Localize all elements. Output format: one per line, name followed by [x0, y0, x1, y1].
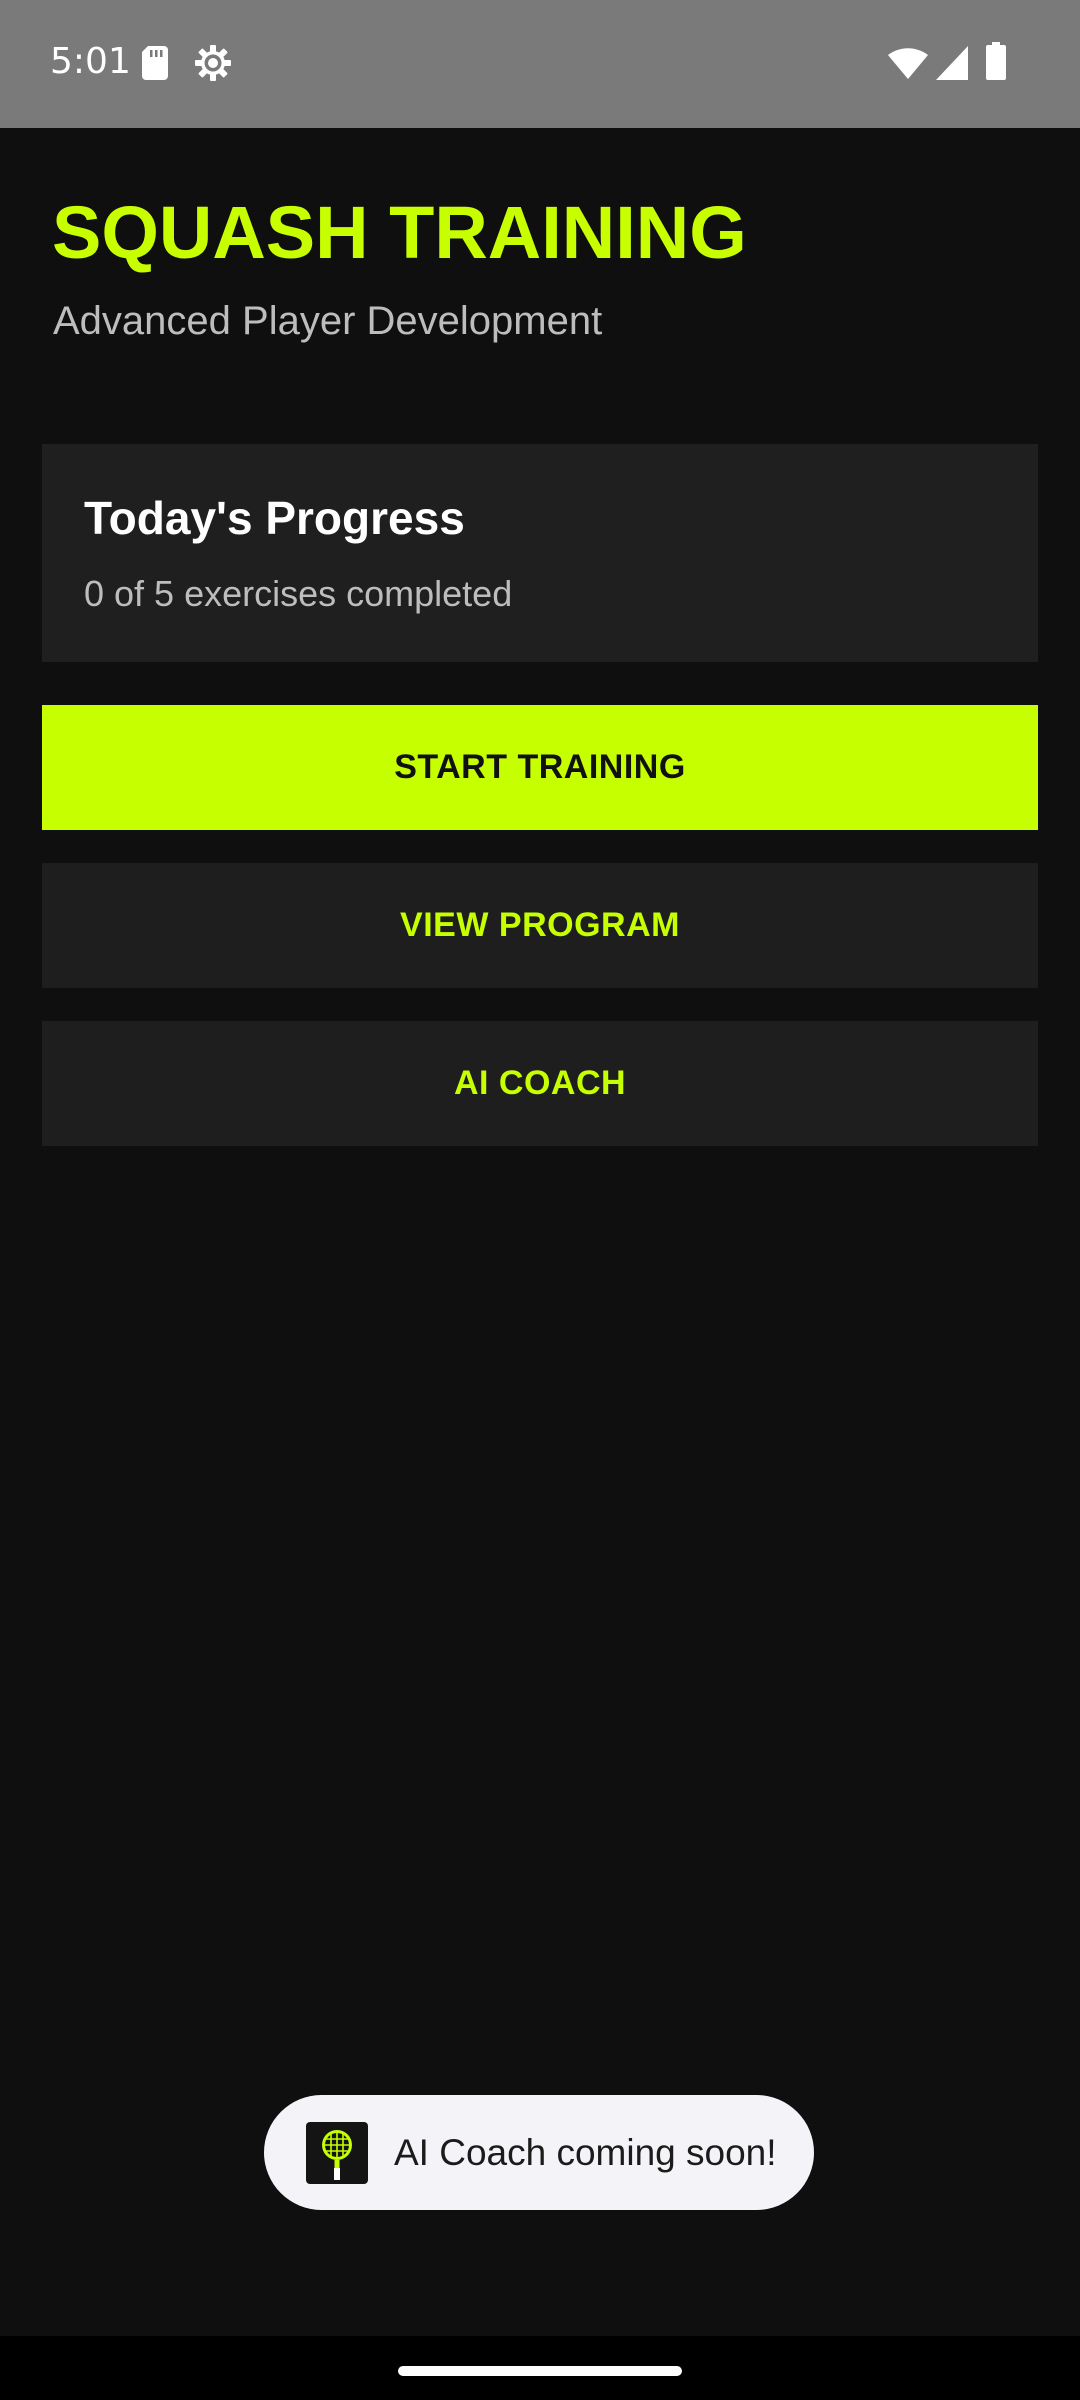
settings-gear-icon [195, 45, 231, 81]
toast-notification: AI Coach coming soon! [264, 2095, 814, 2210]
cell-signal-icon [936, 46, 968, 80]
home-indicator[interactable] [398, 2366, 682, 2376]
battery-icon [986, 42, 1006, 80]
app-title: SQUASH TRAINING [52, 191, 747, 274]
toast-message: AI Coach coming soon! [394, 2131, 777, 2173]
wifi-icon [888, 48, 928, 79]
progress-title: Today's Progress [84, 492, 465, 544]
start-training-button[interactable]: START TRAINING [42, 705, 1038, 830]
status-time: 5:01 [50, 41, 131, 82]
view-program-button[interactable]: VIEW PROGRAM [42, 863, 1038, 988]
progress-card: Today's Progress 0 of 5 exercises comple… [42, 444, 1038, 662]
ai-coach-button[interactable]: AI COACH [42, 1021, 1038, 1146]
squash-racket-icon [306, 2121, 368, 2184]
app-subtitle: Advanced Player Development [53, 299, 603, 343]
status-bar: 5:01 [0, 0, 1080, 128]
sd-card-icon [142, 46, 168, 80]
navigation-bar [0, 2336, 1080, 2400]
progress-summary: 0 of 5 exercises completed [84, 573, 513, 614]
